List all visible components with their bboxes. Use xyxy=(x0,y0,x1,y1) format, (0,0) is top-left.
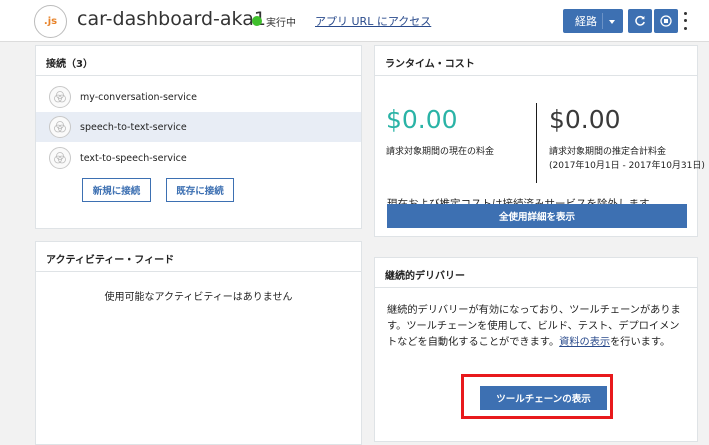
app-header: .js car-dashboard-aka1 実行中 アプリ URL にアクセス… xyxy=(0,0,709,42)
stop-icon xyxy=(660,15,672,27)
activity-empty-message: 使用可能なアクティビティーはありません xyxy=(104,292,293,303)
connection-item[interactable]: speech-to-text-service xyxy=(36,112,361,142)
continuous-delivery-title: 継続的デリバリー xyxy=(375,258,697,288)
route-button-divider xyxy=(602,13,603,29)
runtime-cost-title: ランタイム・コスト xyxy=(375,46,697,76)
connections-panel: 接続（3） my-conversation-service speech-to-… xyxy=(35,45,362,229)
app-url-link[interactable]: アプリ URL にアクセス xyxy=(315,13,431,29)
activity-feed-panel: アクティビティー・フィード 使用可能なアクティビティーはありません xyxy=(35,241,362,445)
continuous-delivery-description: 継続的デリバリーが有効になっており、ツールチェーンがあります。ツールチェーンを使… xyxy=(387,303,689,351)
service-icon xyxy=(49,116,71,138)
existing-connection-button[interactable]: 既存に接続 xyxy=(166,178,234,202)
connection-name: text-to-speech-service xyxy=(80,152,187,164)
connection-item[interactable]: text-to-speech-service xyxy=(36,143,361,173)
usage-details-button[interactable]: 全使用詳細を表示 xyxy=(387,204,687,228)
current-cost-value: $0.00 xyxy=(386,105,458,134)
restart-icon xyxy=(635,15,645,26)
billing-period: (2017年10月1日 - 2017年10月31日) xyxy=(549,161,705,171)
stop-button[interactable] xyxy=(654,9,678,33)
activity-feed-title: アクティビティー・フィード xyxy=(36,242,361,272)
current-cost-label: 請求対象期間の現在の料金 xyxy=(386,147,495,157)
more-options-icon[interactable] xyxy=(682,10,688,32)
connection-item[interactable]: my-conversation-service xyxy=(36,82,361,112)
connections-title: 接続（3） xyxy=(36,46,361,76)
connection-name: my-conversation-service xyxy=(80,91,197,103)
restart-button[interactable] xyxy=(628,9,652,33)
app-name: car-dashboard-aka1 xyxy=(77,8,266,30)
nodejs-app-icon: .js xyxy=(34,5,67,38)
app-status: 実行中 xyxy=(266,18,296,29)
chevron-down-icon[interactable] xyxy=(609,20,615,24)
connection-name: speech-to-text-service xyxy=(80,121,187,133)
runtime-cost-panel: ランタイム・コスト $0.00 請求対象期間の現在の料金 $0.00 請求対象期… xyxy=(374,45,705,237)
service-icon xyxy=(49,86,71,108)
highlight-box xyxy=(461,374,613,419)
new-connection-button[interactable]: 新規に接続 xyxy=(82,178,151,202)
estimated-cost-label: 請求対象期間の推定合計料金 xyxy=(549,147,667,157)
delivery-text-suffix: を行います。 xyxy=(610,337,671,348)
estimated-cost-value: $0.00 xyxy=(549,105,621,134)
route-button-label: 経路 xyxy=(575,15,597,28)
running-status-icon xyxy=(252,16,262,26)
service-icon xyxy=(49,147,71,169)
route-button[interactable]: 経路 xyxy=(563,9,623,33)
documentation-link[interactable]: 資料の表示 xyxy=(559,337,610,348)
cost-divider xyxy=(536,103,537,183)
